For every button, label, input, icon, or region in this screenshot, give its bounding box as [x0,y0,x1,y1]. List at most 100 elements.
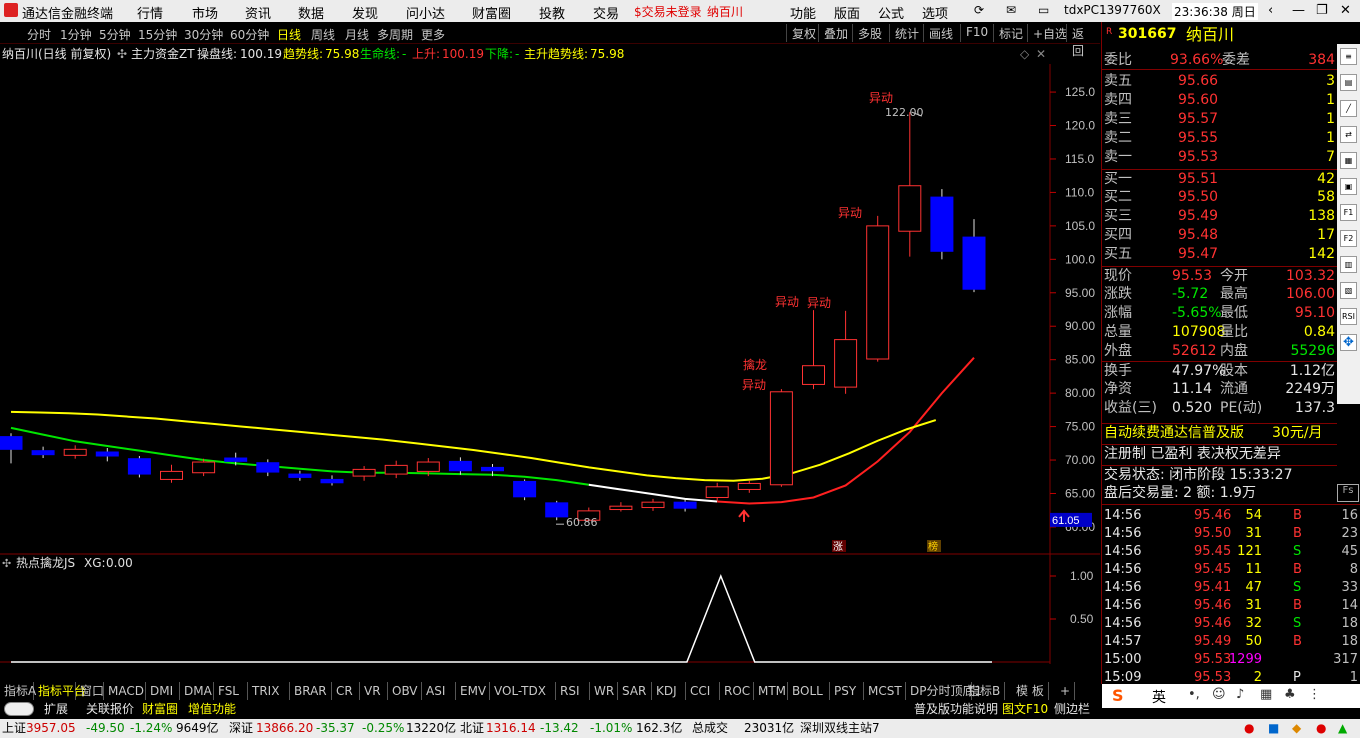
tab-KDJ[interactable]: KDJ [652,682,686,700]
period-周线[interactable]: 周线 [311,26,335,43]
tool-f10[interactable]: F10 [960,24,993,42]
candle-body[interactable] [802,365,825,385]
close-panel-icon[interactable]: ✕ [1036,44,1046,64]
link-expand[interactable]: 扩展 [44,700,68,718]
candle-body[interactable] [834,339,858,388]
menu-选项[interactable]: 选项 [922,3,948,22]
candle-body[interactable] [513,480,537,498]
sz-index[interactable]: 13866.20 [256,719,313,738]
period-月线[interactable]: 月线 [345,26,369,43]
tab-BOLL[interactable]: BOLL [788,682,830,700]
period-15分钟[interactable]: 15分钟 [138,26,177,43]
tab-right-2[interactable]: + [1056,682,1076,700]
menu-资讯[interactable]: 资讯 [245,3,271,22]
tab-DMA[interactable]: DMA [180,682,214,700]
candle-body[interactable] [0,436,23,450]
menu-数据[interactable]: 数据 [298,3,324,22]
tab-窗口[interactable]: 窗口 [76,682,104,700]
candle-body[interactable] [962,236,986,290]
status-icon-3[interactable]: ◆ [1292,719,1301,738]
server-name[interactable]: 深圳双线主站7 [800,719,880,738]
minimize-icon[interactable]: — [1292,3,1305,18]
candle-body[interactable] [866,225,890,360]
sh-index[interactable]: 3957.05 [26,719,76,738]
tab-PSY[interactable]: PSY [830,682,864,700]
sub-indicator-name[interactable]: 热点擒龙JS [16,555,75,570]
candle-body[interactable] [769,391,793,486]
candle-body[interactable] [192,461,216,474]
menu-grid-icon[interactable]: ⋮ [1308,687,1321,702]
close-icon[interactable]: ✕ [1340,3,1351,18]
candle-body[interactable] [416,461,440,472]
menu-功能[interactable]: 功能 [790,3,816,22]
back-icon[interactable]: ‹ [1268,3,1273,18]
news-icon[interactable]: ▥ [1340,256,1357,273]
tab-ROC[interactable]: ROC [720,682,754,700]
candle-body[interactable] [705,486,729,498]
menu-行情[interactable]: 行情 [137,3,163,22]
tab-MCST[interactable]: MCST [864,682,906,700]
tool-统计[interactable]: 统计 [889,24,924,42]
k-line-icon[interactable]: ▤ [1340,74,1357,91]
period-5分钟[interactable]: 5分钟 [99,26,131,43]
tab-SAR[interactable]: SAR [618,682,652,700]
status-icon-4[interactable]: ● [1316,719,1326,738]
trade-login-notice[interactable]: $交易未登录 [634,3,702,20]
emoji-icon[interactable]: ☺ [1212,687,1226,702]
tab-FSL[interactable]: FSL [214,682,248,700]
promo-row[interactable]: 自动续费通达信普及版 30元/月 [1102,423,1337,442]
move-icon[interactable]: ✥ [1340,334,1357,351]
grid-icon[interactable]: ▣ [1340,178,1357,195]
status-icon-5[interactable]: ▲ [1338,719,1347,738]
toggle-switch[interactable] [4,702,34,716]
candle-body[interactable] [352,468,376,477]
tool-标记[interactable]: 标记 [993,24,1028,42]
tab-RSI[interactable]: RSI [556,682,590,700]
rsi-icon[interactable]: RSI [1340,308,1357,325]
bz-index[interactable]: 1316.14 [486,719,536,738]
candle-body[interactable] [609,505,633,511]
link-related[interactable]: 关联报价 [86,700,134,718]
candle-body[interactable] [384,464,408,475]
mic-icon[interactable]: ♪ [1236,687,1244,702]
status-icon-1[interactable]: ● [1244,719,1254,738]
tab-EMV[interactable]: EMV [456,682,490,700]
tab-DMI[interactable]: DMI [146,682,180,700]
tab-指标A[interactable]: 指标A [0,682,36,700]
promo-text[interactable]: 自动续费通达信普及版 [1104,424,1244,443]
candle-body[interactable] [898,185,922,232]
fi-icon[interactable]: F1 [1340,204,1357,221]
sogou-logo-icon[interactable]: S [1112,686,1124,705]
fz-icon[interactable]: F2 [1340,230,1357,247]
promo-price[interactable]: 30元/月 [1272,424,1323,443]
tool-多股[interactable]: 多股 [852,24,887,42]
period-30分钟[interactable]: 30分钟 [184,26,223,43]
chat-icon[interactable]: ✉ [1006,3,1016,17]
menu-公式[interactable]: 公式 [878,3,904,22]
tab-CCI[interactable]: CCI [686,682,720,700]
ime-lang[interactable]: 英 [1152,687,1166,707]
period-多周期[interactable]: 多周期 [377,26,413,43]
menu-交易[interactable]: 交易 [593,3,619,22]
menu-版面[interactable]: 版面 [834,3,860,22]
tab-BRAR[interactable]: BRAR [290,682,332,700]
candle-body[interactable] [127,458,151,475]
link-sidebar[interactable]: 侧边栏 [1054,700,1090,718]
candle-body[interactable] [448,460,472,472]
candle-body[interactable] [160,470,183,480]
period-更多[interactable]: 更多 [421,26,445,43]
candle-body[interactable] [95,451,119,457]
tab-WR[interactable]: WR [590,682,618,700]
link-f10[interactable]: 图文F10 [1002,700,1048,718]
period-日线[interactable]: 日线 [277,26,301,43]
candle-body[interactable] [737,482,761,490]
period-60分钟[interactable]: 60分钟 [230,26,269,43]
period-分时[interactable]: 分时 [27,26,51,43]
candle-body[interactable] [320,478,344,484]
tab-MTM[interactable]: MTM [754,682,788,700]
tab-MACD[interactable]: MACD [104,682,146,700]
sub-settings-icon[interactable]: ✣ [2,557,11,570]
link-basic-guide[interactable]: 普及版功能说明 [914,700,998,718]
menu-问小达[interactable]: 问小达 [406,3,445,22]
tab-VOL-TDX[interactable]: VOL-TDX [490,682,556,700]
